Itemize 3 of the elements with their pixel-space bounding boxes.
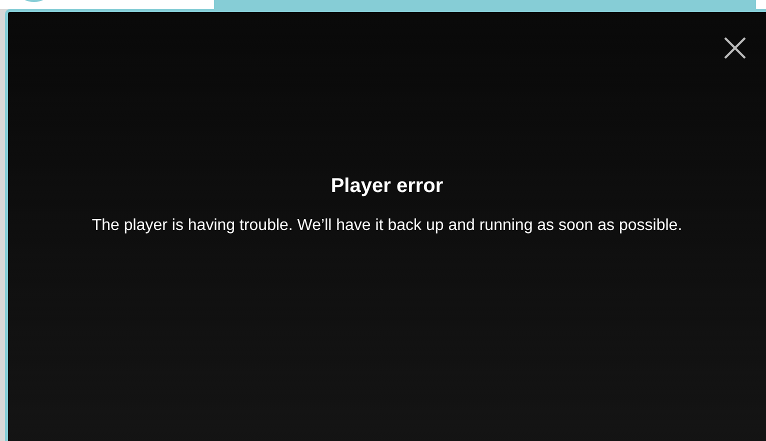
error-message: The player is having trouble. We’ll have it back up and running as soon as possible. xyxy=(90,216,684,236)
error-title: Player error xyxy=(330,175,444,198)
close-icon[interactable] xyxy=(724,37,746,59)
